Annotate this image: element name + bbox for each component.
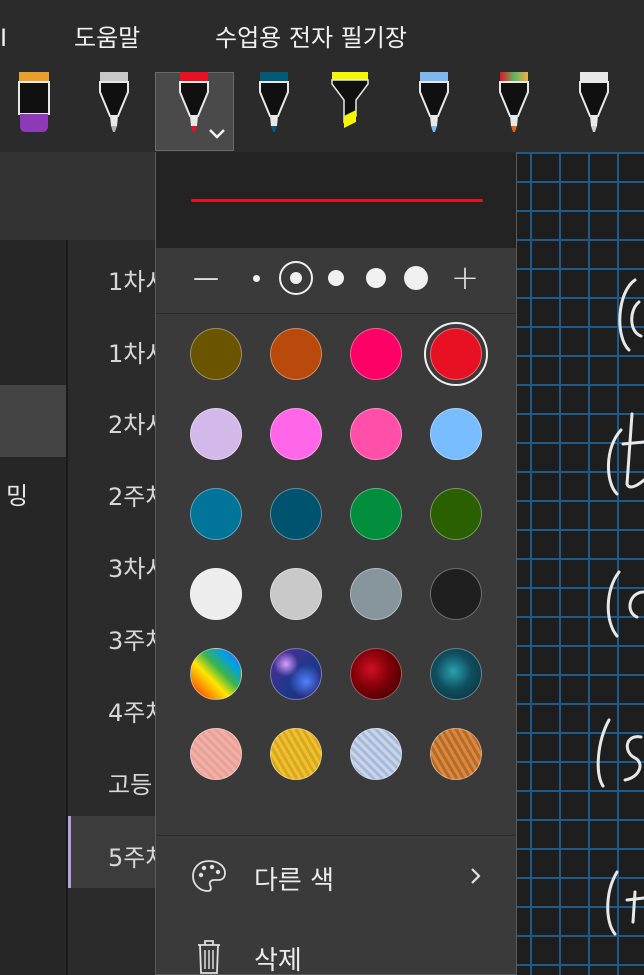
more-colors-button[interactable]: 다른 색 [156,840,516,912]
minus-icon: — [193,263,219,293]
page-item[interactable]: 2차시 [108,405,156,440]
thickness-option-1[interactable] [236,258,276,298]
palette-icon [192,860,226,892]
thickness-option-2[interactable] [276,258,316,298]
thickness-option-5[interactable] [396,258,436,298]
page-item[interactable]: 3차시 [108,549,156,584]
pen-toolbar [0,64,644,152]
section-pane [0,240,66,975]
note-canvas[interactable] [517,152,644,975]
more-colors-label: 다른 색 [254,866,335,896]
color-swatch[interactable] [190,328,242,380]
pen-icon [259,72,289,132]
page-item[interactable]: 고등 [108,765,156,800]
pen-tool-1[interactable] [16,70,52,140]
color-swatch[interactable] [190,648,242,700]
page-item[interactable]: 4주차 [108,693,156,728]
selected-page-indicator [68,816,71,888]
pen-tool-8[interactable] [576,70,612,140]
delete-label: 삭제 [254,946,302,975]
color-swatch[interactable] [430,648,482,700]
plus-icon: + [450,258,480,298]
highlighter-icon [331,72,369,128]
page-item[interactable]: 1차시 [108,262,156,297]
ribbon-menu-bar: I 도움말 수업용 전자 필기장 [0,0,644,64]
color-swatch[interactable] [270,328,322,380]
color-swatch[interactable] [350,568,402,620]
pen-tool-5[interactable] [331,70,369,140]
page-item[interactable]: 3주차 [108,621,156,656]
page-item[interactable]: 5주차 [108,838,156,873]
trash-icon [198,940,220,974]
color-swatch[interactable] [430,408,482,460]
color-swatch[interactable] [190,728,242,780]
color-swatch[interactable] [430,488,482,540]
color-swatch[interactable] [350,328,402,380]
color-swatch[interactable] [190,408,242,460]
stroke-preview [156,152,516,248]
color-swatch[interactable] [430,568,482,620]
menu-item-class-notebook[interactable]: 수업용 전자 필기장 [215,22,407,54]
stroke-preview-line [191,199,483,202]
decrease-thickness-button[interactable]: — [186,258,226,298]
handwriting-strokes [596,278,644,936]
chevron-down-icon[interactable] [207,124,227,144]
color-swatch[interactable] [270,488,322,540]
color-swatch[interactable] [270,408,322,460]
thickness-option-3[interactable] [316,258,356,298]
color-swatch[interactable] [190,568,242,620]
thickness-row: — + [156,248,516,314]
color-swatch[interactable] [350,408,402,460]
marker-icon [18,72,50,132]
pen-tool-7[interactable] [496,70,532,140]
selected-section[interactable] [0,385,66,457]
color-swatch[interactable] [430,728,482,780]
pen-tool-2[interactable] [96,70,132,140]
menu-item-help[interactable]: 도움말 [74,22,140,54]
color-swatch[interactable] [270,568,322,620]
pen-color-picker: — + 다른 색 삭제 [155,152,517,975]
pen-icon [499,72,529,132]
thickness-option-4[interactable] [356,258,396,298]
notebook-header-panel [0,152,156,240]
selected-swatch-ring [424,322,488,386]
pen-icon [99,72,129,132]
pen-tool-4[interactable] [256,70,292,140]
pen-icon [419,72,449,132]
increase-thickness-button[interactable]: + [445,258,485,298]
pen-icon [579,72,609,132]
color-swatch[interactable] [350,488,402,540]
color-swatch[interactable] [190,488,242,540]
color-swatch-grid [156,322,516,828]
page-item[interactable]: 2주차 [108,477,156,512]
color-swatch[interactable] [350,648,402,700]
color-swatch[interactable] [270,648,322,700]
menu-divider [156,835,516,836]
menu-item-partial[interactable]: I [0,22,7,54]
pen-tool-6[interactable] [416,70,452,140]
page-item[interactable]: 1차시 [108,334,156,369]
color-swatch[interactable] [270,728,322,780]
chevron-right-icon [471,868,481,884]
color-swatch[interactable] [350,728,402,780]
delete-pen-button[interactable]: 삭제 [156,920,516,975]
section-label[interactable]: 밍 [6,476,28,511]
